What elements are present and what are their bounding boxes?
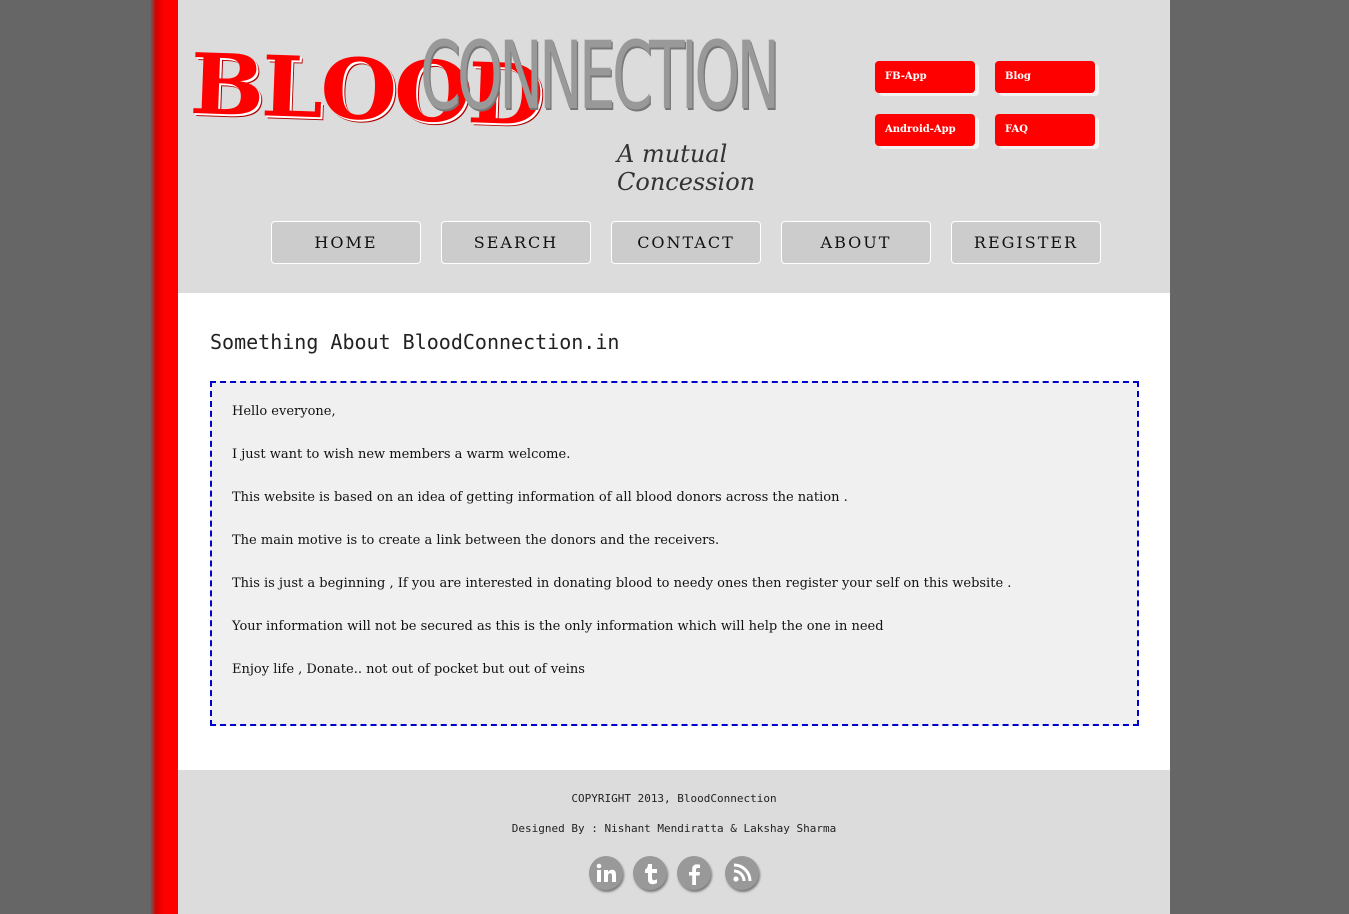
paragraph: Enjoy life , Donate.. not out of pocket … xyxy=(232,662,585,677)
paragraph: This is just a beginning , If you are in… xyxy=(232,576,1012,591)
footer: COPYRIGHT 2013, BloodConnection Designed… xyxy=(178,770,1170,914)
fb-app-button[interactable]: FB-App xyxy=(875,61,975,93)
page-container: BLOOD CONNECTION A mutual Concession FB-… xyxy=(178,0,1170,914)
about-text-box: Hello everyone, I just want to wish new … xyxy=(210,381,1139,726)
designed-by-text: Designed By : Nishant Mendiratta & Laksh… xyxy=(511,822,837,835)
nav-contact[interactable]: CONTACT xyxy=(611,221,761,264)
nav-about[interactable]: ABOUT xyxy=(781,221,931,264)
android-app-button[interactable]: Android-App xyxy=(875,114,975,146)
nav-search[interactable]: SEARCH xyxy=(441,221,591,264)
logo-connection-text: CONNECTION xyxy=(420,22,780,131)
copyright-text: COPYRIGHT 2013, BloodConnection xyxy=(571,792,777,805)
linkedin-icon[interactable] xyxy=(589,856,623,890)
site-logo[interactable]: BLOOD CONNECTION A mutual Concession xyxy=(188,20,842,196)
paragraph: The main motive is to create a link betw… xyxy=(232,533,720,548)
paragraph: This website is based on an idea of gett… xyxy=(232,490,848,505)
faq-button[interactable]: FAQ xyxy=(995,114,1095,146)
logo-tagline: A mutual Concession xyxy=(617,140,756,196)
paragraph: Your information will not be secured as … xyxy=(232,619,884,634)
facebook-icon[interactable] xyxy=(677,856,711,890)
nav-home[interactable]: HOME xyxy=(271,221,421,264)
header: BLOOD CONNECTION A mutual Concession FB-… xyxy=(178,0,1170,293)
left-red-stripe xyxy=(150,0,178,914)
paragraph: Hello everyone, xyxy=(232,404,336,419)
blog-button[interactable]: Blog xyxy=(995,61,1095,93)
nav-register[interactable]: REGISTER xyxy=(951,221,1101,264)
tumblr-icon[interactable] xyxy=(633,856,667,890)
page-title: Something About BloodConnection.in xyxy=(210,330,620,354)
paragraph: I just want to wish new members a warm w… xyxy=(232,447,571,462)
rss-icon[interactable] xyxy=(725,856,759,890)
